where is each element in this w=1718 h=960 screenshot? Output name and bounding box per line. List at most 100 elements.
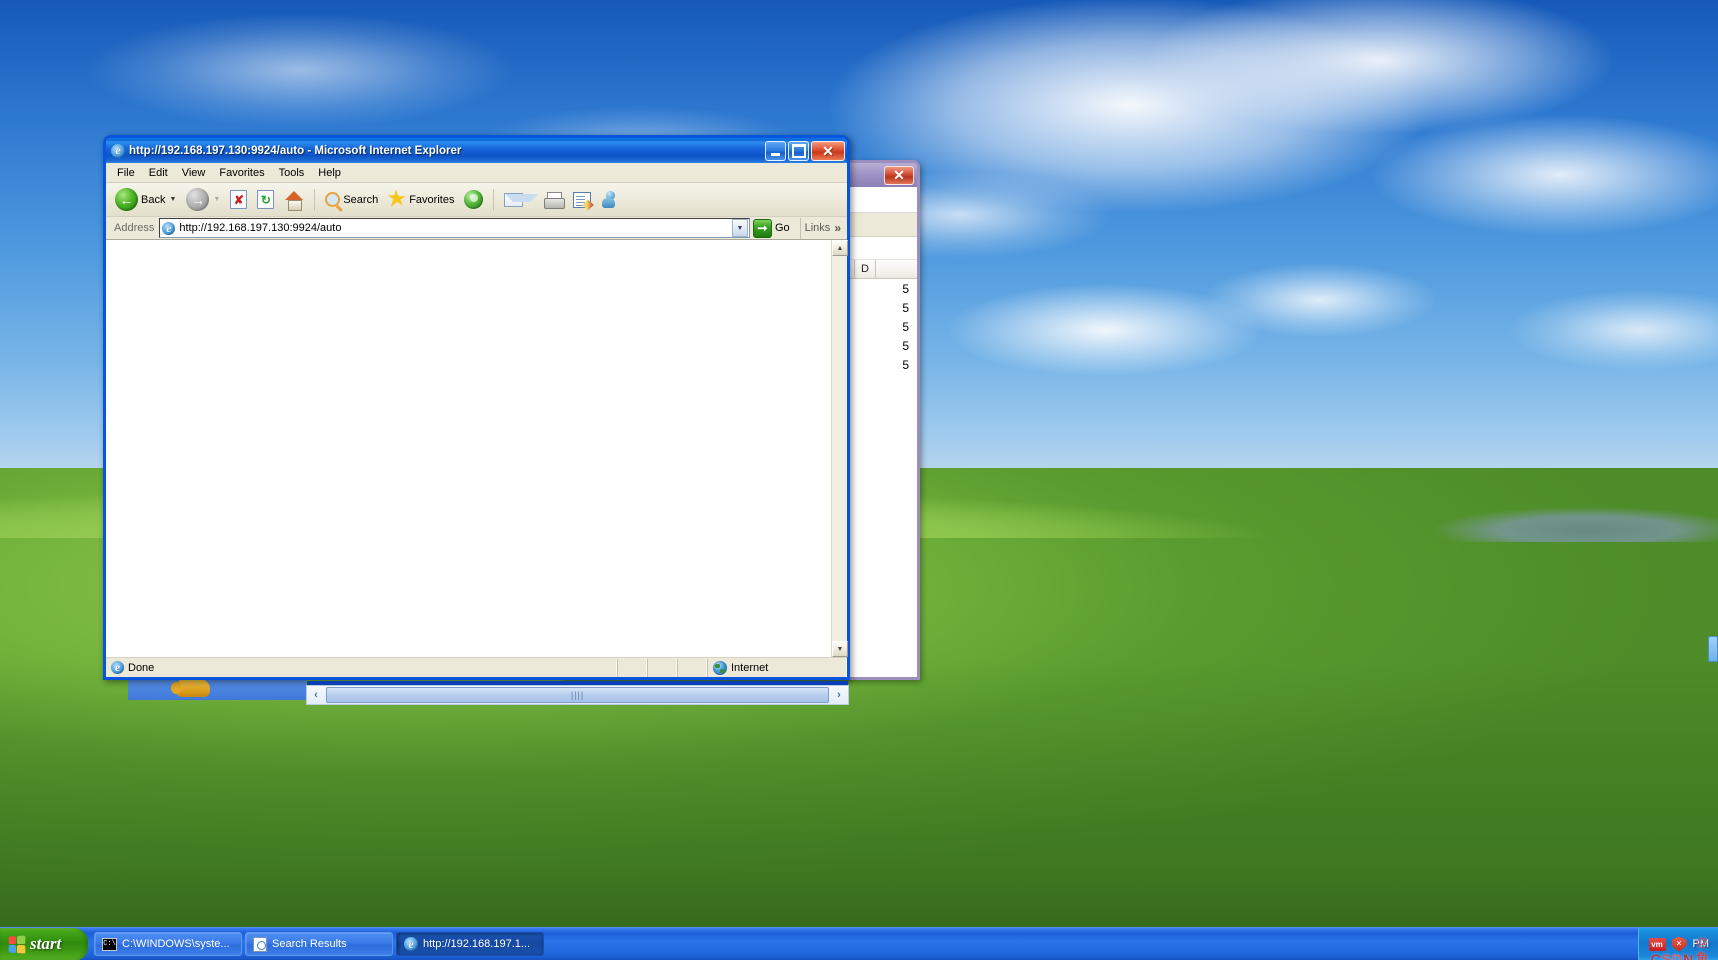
home-button[interactable] [279, 186, 309, 214]
page-vertical-scrollbar[interactable]: ▲ ▼ [831, 240, 848, 657]
minimize-button[interactable] [765, 140, 786, 161]
address-dropdown-button[interactable]: ▼ [731, 219, 748, 237]
edit-button[interactable] [568, 186, 596, 214]
print-button[interactable] [539, 186, 568, 214]
refresh-icon: ↻ [257, 190, 275, 209]
maximize-button[interactable] [788, 140, 809, 161]
home-icon [284, 190, 304, 211]
links-chevron-icon[interactable]: » [834, 221, 841, 235]
menu-bar[interactable]: File Edit View Favorites Tools Help [106, 163, 847, 183]
chevron-down-icon: ▼ [213, 196, 221, 203]
menu-tools[interactable]: Tools [272, 165, 312, 181]
back-button[interactable]: ← Back ▼ [110, 186, 181, 214]
menu-help[interactable]: Help [311, 165, 348, 181]
messenger-button[interactable] [596, 186, 624, 214]
forward-button[interactable]: → ▼ [181, 186, 225, 214]
background-window-close-button[interactable]: ✕ [884, 165, 914, 185]
forward-arrow-icon: → [186, 188, 210, 211]
mail-button[interactable]: ▼ [499, 186, 539, 214]
edit-page-icon [573, 191, 592, 208]
wallpaper-distant-ridge [1418, 500, 1718, 542]
links-label: Links [804, 222, 831, 234]
links-bar[interactable]: Links » [799, 217, 845, 239]
security-shield-icon[interactable] [1671, 936, 1687, 952]
status-panel-1 [617, 658, 647, 677]
ie-titlebar[interactable]: http://192.168.197.130:9924/auto - Micro… [106, 138, 847, 163]
menu-view[interactable]: View [175, 165, 213, 181]
security-zone-panel[interactable]: Internet [707, 658, 847, 677]
status-panel-3 [677, 658, 707, 677]
command-prompt-icon: C:\ [102, 937, 117, 951]
clock[interactable]: PM [1693, 938, 1710, 950]
refresh-button[interactable]: ↻ [252, 186, 279, 214]
taskbar-item-search-results[interactable]: Search Results [245, 932, 393, 956]
globe-icon [713, 660, 727, 675]
menu-favorites[interactable]: Favorites [212, 165, 271, 181]
favorites-star-icon [388, 189, 407, 206]
search-companion-dog-icon [171, 679, 210, 697]
wallpaper-foreground-shadow [0, 660, 1718, 960]
scroll-right-arrow[interactable]: › [830, 686, 848, 704]
stop-button[interactable]: ✘ [225, 186, 252, 214]
scroll-up-arrow[interactable]: ▲ [832, 240, 848, 256]
status-text: Done [128, 661, 155, 674]
security-zone-text: Internet [731, 661, 769, 674]
favorites-button-label: Favorites [409, 193, 455, 206]
taskbar-item-label: http://192.168.197.1... [423, 938, 531, 950]
toolbar-separator [493, 188, 495, 211]
scroll-down-arrow[interactable]: ▼ [832, 641, 848, 657]
scroll-thumb[interactable]: |||| [326, 687, 829, 703]
desktop-scroll-sliver[interactable] [1708, 636, 1718, 662]
watermark-letter-n: N [1683, 950, 1694, 960]
table-cell-value: 5 [902, 300, 909, 315]
search-button-label: Search [343, 193, 379, 206]
search-button[interactable]: Search [320, 186, 383, 214]
vmware-icon[interactable]: vm [1648, 937, 1666, 951]
ie-icon [111, 661, 124, 674]
scroll-track[interactable]: |||| [325, 686, 830, 704]
browser-content-host: ▲ ▼ [106, 240, 848, 657]
start-button[interactable]: start [0, 927, 88, 960]
chevron-down-icon[interactable]: ▼ [169, 196, 176, 203]
stop-icon: ✘ [230, 190, 248, 209]
taskbar-item-command-prompt[interactable]: C:\ C:\WINDOWS\syste... [94, 932, 242, 956]
back-button-label: Back [141, 193, 166, 206]
taskbar-item-internet-explorer[interactable]: http://192.168.197.1... [396, 932, 544, 956]
toolbar-separator [314, 188, 316, 211]
internet-explorer-window[interactable]: http://192.168.197.130:9924/auto - Micro… [103, 135, 850, 680]
browser-toolbar[interactable]: ← Back ▼ → ▼ ✘ ↻ Search Favorites [106, 183, 847, 217]
window-controls[interactable] [765, 140, 845, 161]
address-input[interactable]: http://192.168.197.130:9924/auto ▼ [159, 218, 750, 238]
taskbar[interactable]: start C:\ C:\WINDOWS\syste... Search Res… [0, 927, 1718, 960]
menu-file[interactable]: File [110, 165, 142, 181]
table-cell-value: 5 [902, 357, 909, 372]
taskbar-window-buttons[interactable]: C:\ C:\WINDOWS\syste... Search Results h… [94, 932, 1638, 956]
window-title: http://192.168.197.130:9924/auto - Micro… [129, 144, 462, 157]
address-url-text[interactable]: http://192.168.197.130:9924/auto [179, 222, 728, 234]
taskbar-item-label: C:\WINDOWS\syste... [122, 938, 230, 950]
watermark-letter-c: C [1650, 950, 1661, 960]
table-cell-value: 5 [902, 281, 909, 296]
media-button[interactable] [459, 186, 488, 214]
address-label: Address [114, 222, 155, 234]
status-panel-2 [647, 658, 677, 677]
status-bar: Done Internet [106, 657, 847, 677]
ie-icon [404, 937, 418, 951]
outer-horizontal-scrollbar[interactable]: ‹ |||| › [306, 681, 849, 705]
search-results-icon [253, 936, 267, 952]
table-cell-value: 5 [902, 319, 909, 334]
go-button[interactable]: ➞ Go [750, 218, 797, 239]
address-bar[interactable]: Address http://192.168.197.130:9924/auto… [106, 217, 847, 240]
watermark-letter-s: S [1661, 950, 1671, 960]
ie-icon [162, 221, 176, 235]
menu-edit[interactable]: Edit [142, 165, 175, 181]
page-content[interactable] [106, 240, 831, 657]
print-icon [544, 191, 566, 209]
system-tray[interactable]: vm PM C S D N @鱼雨 [1637, 927, 1718, 960]
scroll-left-arrow[interactable]: ‹ [307, 686, 325, 704]
close-button[interactable] [811, 140, 845, 161]
mail-icon [504, 192, 539, 207]
favorites-button[interactable]: Favorites [383, 186, 459, 214]
taskbar-item-label: Search Results [272, 938, 347, 950]
start-button-label: start [30, 934, 62, 953]
